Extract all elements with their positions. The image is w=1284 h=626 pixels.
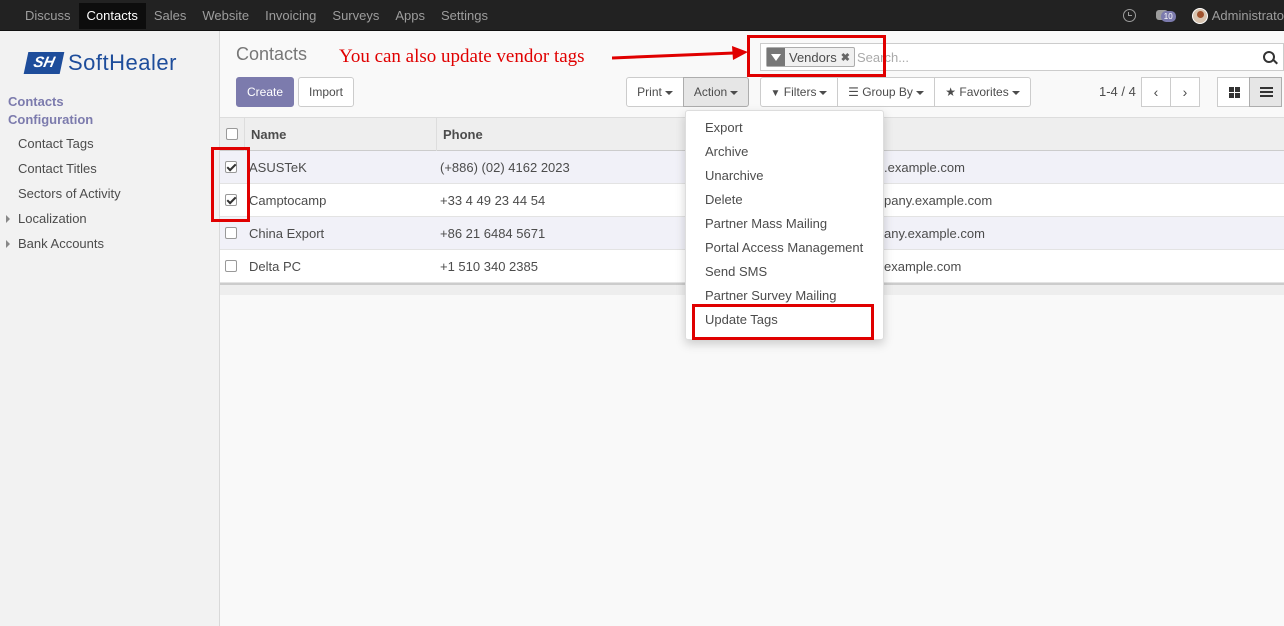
logo-mark-icon: SH: [23, 52, 65, 74]
row-name: Camptocamp: [249, 193, 327, 208]
action-send-sms[interactable]: Send SMS: [705, 264, 767, 279]
action-export[interactable]: Export: [705, 120, 743, 135]
star-icon: ★: [945, 85, 957, 99]
action-update-tags[interactable]: Update Tags: [705, 312, 778, 327]
search-facet-vendors[interactable]: Vendors ✖: [766, 47, 855, 67]
list-icon: [1260, 87, 1273, 98]
action-menu: Export Archive Unarchive Delete Partner …: [685, 110, 884, 340]
pager-next-button[interactable]: ›: [1170, 77, 1200, 107]
action-archive[interactable]: Archive: [705, 144, 748, 159]
row-email: example.com: [884, 259, 962, 274]
row-name: China Export: [249, 226, 325, 241]
action-label: Action: [693, 85, 728, 99]
action-partner-mass-mailing[interactable]: Partner Mass Mailing: [705, 216, 827, 231]
select-all-checkbox[interactable]: [226, 128, 238, 140]
menu-website[interactable]: Website: [194, 3, 257, 29]
user-menu[interactable]: Administrato: [1212, 8, 1284, 23]
menu-contacts[interactable]: Contacts: [78, 3, 146, 29]
top-navbar: Discuss Contacts Sales Website Invoicing…: [0, 0, 1284, 31]
menu-settings[interactable]: Settings: [433, 3, 496, 29]
messaging-icon[interactable]: 10: [1155, 9, 1180, 23]
menu-discuss[interactable]: Discuss: [17, 3, 79, 29]
sidebar-item-sectors[interactable]: Sectors of Activity: [18, 186, 121, 201]
row-email: pany.example.com: [884, 193, 993, 208]
row-phone: +86 21 6484 5671: [440, 226, 546, 241]
annotation-text: You can also update vendor tags: [339, 46, 585, 67]
row-phone: +33 4 49 23 44 54: [440, 193, 546, 208]
user-avatar[interactable]: [1191, 7, 1208, 24]
row-checkbox[interactable]: [225, 260, 237, 272]
filters-label: Filters: [783, 85, 817, 99]
sidebar: SH SoftHealer Contacts Configuration Con…: [0, 31, 220, 626]
logo-text: SoftHealer: [68, 50, 177, 75]
sidebar-item-localization[interactable]: Localization: [6, 211, 87, 226]
favorites-dropdown[interactable]: ★ Favorites: [934, 77, 1031, 107]
sidebar-item-contact-tags[interactable]: Contact Tags: [18, 136, 94, 151]
sidebar-item-contact-titles[interactable]: Contact Titles: [18, 161, 97, 176]
list-view-button[interactable]: [1249, 77, 1282, 107]
action-unarchive[interactable]: Unarchive: [705, 168, 764, 183]
print-label: Print: [637, 85, 662, 99]
page-title: Contacts: [236, 44, 308, 64]
row-checkbox[interactable]: [225, 227, 237, 239]
caret-down-icon: [819, 90, 828, 95]
menu-apps[interactable]: Apps: [387, 3, 433, 29]
search-icon[interactable]: [1263, 51, 1275, 63]
import-button[interactable]: Import: [298, 77, 354, 107]
facet-value: Vendors: [789, 49, 837, 65]
action-partner-survey-mailing[interactable]: Partner Survey Mailing: [705, 288, 837, 303]
groupby-label: Group By: [862, 85, 913, 99]
row-name: ASUSTeK: [249, 160, 307, 175]
row-phone: +1 510 340 2385: [440, 259, 538, 274]
action-dropdown[interactable]: Action: [683, 77, 749, 107]
caret-down-icon: [915, 90, 924, 95]
sidebar-heading-configuration[interactable]: Configuration: [8, 112, 93, 127]
action-portal-access[interactable]: Portal Access Management: [705, 240, 863, 255]
softhealer-logo: SH SoftHealer: [23, 50, 177, 76]
caret-down-icon: [1011, 90, 1020, 95]
row-email: any.example.com: [884, 226, 985, 241]
row-email: .example.com: [884, 160, 965, 175]
menu-surveys[interactable]: Surveys: [324, 3, 387, 29]
row-phone: (+886) (02) 4162 2023: [440, 160, 570, 175]
row-checkbox[interactable]: [225, 161, 237, 173]
caret-down-icon: [664, 90, 673, 95]
message-count-badge: 10: [1160, 10, 1176, 22]
filter-icon: [767, 48, 785, 66]
kanban-icon: [1229, 87, 1240, 98]
action-delete[interactable]: Delete: [705, 192, 743, 207]
filters-dropdown[interactable]: ▼ Filters: [760, 77, 838, 107]
favorites-label: Favorites: [959, 85, 1009, 99]
create-button[interactable]: Create: [236, 77, 294, 107]
groupby-dropdown[interactable]: ☰ Group By: [837, 77, 935, 107]
print-dropdown[interactable]: Print: [626, 77, 684, 107]
kanban-view-button[interactable]: [1217, 77, 1250, 107]
search-input[interactable]: [857, 47, 1237, 67]
pager-value[interactable]: 1-4 / 4: [1099, 84, 1136, 99]
menu-sales[interactable]: Sales: [146, 3, 195, 29]
activity-clock-icon[interactable]: [1122, 9, 1136, 22]
column-header-name[interactable]: Name: [244, 118, 436, 151]
menu-invoicing[interactable]: Invoicing: [257, 3, 324, 29]
sidebar-item-bank-accounts[interactable]: Bank Accounts: [6, 236, 104, 251]
row-name: Delta PC: [249, 259, 302, 274]
row-checkbox[interactable]: [225, 194, 237, 206]
facet-remove-icon[interactable]: ✖: [841, 51, 854, 64]
app-menu: Discuss Contacts Sales Website Invoicing…: [17, 3, 496, 29]
caret-down-icon: [730, 90, 739, 95]
search-bar[interactable]: Vendors ✖: [760, 43, 1284, 71]
annotation-arrow-icon: [612, 46, 748, 60]
sidebar-heading-contacts[interactable]: Contacts: [8, 94, 64, 109]
pager-previous-button[interactable]: ‹: [1141, 77, 1171, 107]
